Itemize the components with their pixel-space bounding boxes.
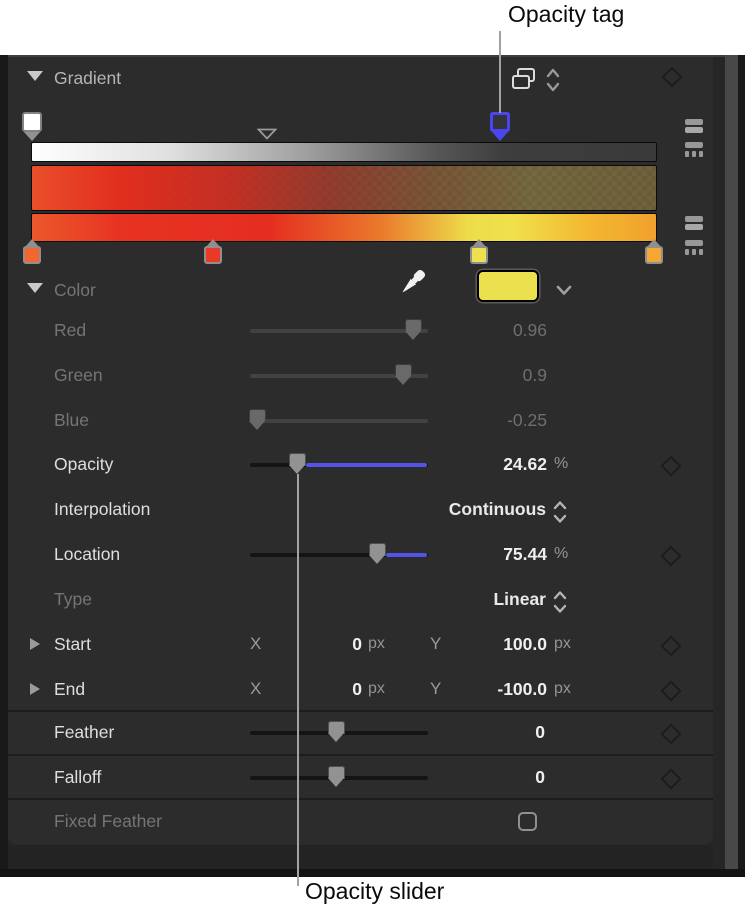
- callout-opacity-slider-label: Opacity slider: [305, 878, 445, 904]
- start-label: Start: [54, 634, 91, 654]
- callout-opacity-tag-label: Opacity tag: [508, 1, 625, 27]
- gradient-color-bar[interactable]: [31, 213, 657, 242]
- opacity-value[interactable]: 24.62: [440, 454, 547, 475]
- opacity-slider-fill: [306, 463, 427, 467]
- color-section-title: Color: [54, 280, 96, 300]
- end-y-unit: px: [554, 680, 571, 697]
- opacity-slider-thumb[interactable]: [289, 453, 306, 474]
- separator: [8, 798, 713, 800]
- opacity-label: Opacity: [54, 454, 114, 474]
- start-disclosure-triangle-icon[interactable]: [30, 638, 40, 650]
- start-keyframe-diamond-icon[interactable]: [660, 635, 682, 657]
- red-value: 0.96: [512, 320, 547, 340]
- separator: [8, 710, 713, 712]
- gradient-midpoint-marker-icon[interactable]: [257, 128, 277, 140]
- interpolation-stepper-icon[interactable]: [552, 500, 568, 524]
- red-slider: [250, 329, 428, 333]
- opacity-keyframe-diamond-icon[interactable]: [660, 455, 682, 477]
- opacity-tag-left-swatch[interactable]: [22, 112, 42, 132]
- gradient-opacity-bar[interactable]: [31, 142, 657, 162]
- blue-value: -0.25: [507, 410, 547, 430]
- feather-keyframe-diamond-icon[interactable]: [660, 723, 682, 745]
- start-y-value[interactable]: 100.0: [448, 634, 547, 655]
- feather-slider-thumb[interactable]: [328, 721, 345, 742]
- opacity-tag-selected-pointer: [492, 132, 508, 141]
- opacity-unit: %: [554, 455, 569, 472]
- type-popup[interactable]: Linear: [400, 589, 546, 610]
- color-tag-4-swatch[interactable]: [645, 246, 663, 264]
- start-x-label: X: [250, 634, 262, 653]
- location-value[interactable]: 75.44: [440, 544, 547, 565]
- eyedropper-icon[interactable]: [394, 267, 430, 307]
- color-disclosure-triangle-icon[interactable]: [27, 283, 43, 293]
- location-slider-thumb[interactable]: [369, 543, 386, 564]
- gradient-section-title: Gradient: [54, 68, 122, 88]
- scrollbar-track[interactable]: [725, 55, 738, 877]
- panel-left-edge: [0, 55, 8, 877]
- color-well-swatch[interactable]: [477, 270, 539, 302]
- end-y-label: Y: [430, 679, 442, 698]
- end-x-unit: px: [368, 680, 385, 697]
- blue-slider-thumb: [249, 409, 266, 430]
- location-unit: %: [554, 545, 569, 562]
- green-value: 0.9: [522, 365, 547, 385]
- gradient-preview-bar: [31, 165, 657, 211]
- panel-lower-band: [8, 845, 713, 869]
- start-y-unit: px: [554, 635, 571, 652]
- blue-label: Blue: [54, 410, 90, 430]
- falloff-slider-thumb[interactable]: [328, 766, 345, 787]
- green-label: Green: [54, 365, 103, 385]
- feather-value[interactable]: 0: [480, 722, 545, 743]
- screenshot-root: Opacity tag Gradient Color Red 0.96 Gree…: [0, 0, 745, 918]
- end-x-label: X: [250, 679, 262, 698]
- end-keyframe-diamond-icon[interactable]: [660, 680, 682, 702]
- falloff-label: Falloff: [54, 767, 102, 787]
- separator: [8, 754, 713, 756]
- panel-right-edge: [738, 55, 745, 877]
- opacity-tag-selected-swatch[interactable]: [490, 112, 510, 132]
- location-slider-fill: [386, 553, 427, 557]
- start-y-label: Y: [430, 634, 442, 653]
- falloff-value[interactable]: 0: [480, 767, 545, 788]
- gradient-preset-stepper-icon[interactable]: [545, 67, 561, 93]
- end-label: End: [54, 679, 86, 699]
- callout-line-top: [499, 31, 501, 113]
- gradient-keyframe-diamond-icon[interactable]: [661, 66, 683, 88]
- chevron-down-icon[interactable]: [555, 283, 573, 297]
- red-label: Red: [54, 320, 87, 340]
- interpolation-label: Interpolation: [54, 499, 151, 519]
- color-tag-3-swatch[interactable]: [470, 246, 488, 264]
- start-x-value[interactable]: 0: [300, 634, 362, 655]
- fixed-feather-label: Fixed Feather: [54, 811, 162, 831]
- gradient-preset-stack-icon[interactable]: [510, 66, 537, 93]
- color-tag-2-swatch[interactable]: [204, 246, 222, 264]
- color-tag-1-swatch[interactable]: [23, 246, 41, 264]
- interpolation-popup[interactable]: Continuous: [360, 499, 546, 520]
- type-stepper-icon[interactable]: [552, 590, 568, 614]
- falloff-keyframe-diamond-icon[interactable]: [660, 768, 682, 790]
- start-x-unit: px: [368, 635, 385, 652]
- type-label: Type: [54, 589, 92, 609]
- feather-label: Feather: [54, 722, 115, 742]
- panel-bottom-edge: [0, 869, 745, 877]
- fixed-feather-checkbox[interactable]: [518, 812, 537, 831]
- location-keyframe-diamond-icon[interactable]: [660, 545, 682, 567]
- end-x-value[interactable]: 0: [300, 679, 362, 700]
- gradient-disclosure-triangle-icon[interactable]: [27, 71, 43, 81]
- location-label: Location: [54, 544, 121, 564]
- callout-line-bottom: [297, 474, 299, 886]
- blue-slider: [250, 419, 428, 423]
- end-y-value[interactable]: -100.0: [448, 679, 547, 700]
- green-slider-thumb: [395, 364, 412, 385]
- opacity-tag-left-pointer: [24, 132, 40, 141]
- end-disclosure-triangle-icon[interactable]: [30, 683, 40, 695]
